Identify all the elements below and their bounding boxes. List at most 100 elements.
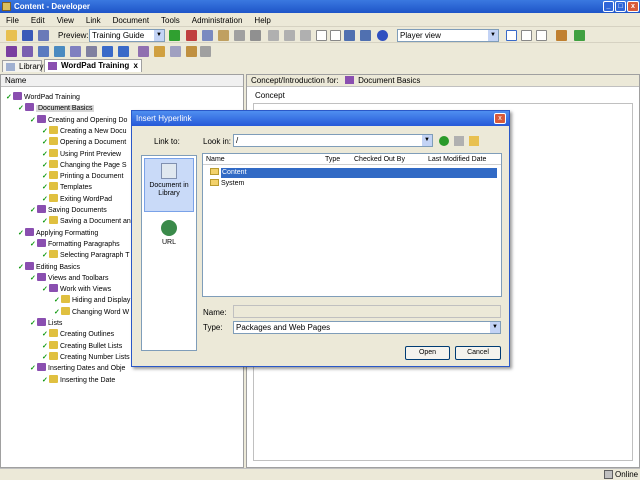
new-topic-icon[interactable] <box>38 46 49 57</box>
dialog-close-button[interactable]: x <box>494 113 506 124</box>
attach-icon[interactable] <box>186 46 197 57</box>
check-icon: ✓ <box>30 207 36 214</box>
menu-view[interactable]: View <box>51 13 80 26</box>
tree-node[interactable]: ✓ Templates <box>42 182 92 193</box>
menu-edit[interactable]: Edit <box>25 13 51 26</box>
move-up-icon[interactable] <box>102 46 113 57</box>
section-icon <box>344 76 354 84</box>
link-icon[interactable] <box>170 46 181 57</box>
save-all-icon[interactable] <box>38 30 49 41</box>
refresh-icon[interactable] <box>300 30 311 41</box>
tree-node[interactable]: ✓ Creating Outlines <box>42 329 114 340</box>
file-row-content[interactable]: Content <box>204 168 500 178</box>
tree-node[interactable]: ✓ Formatting Paragraphs <box>30 238 120 250</box>
menu-link[interactable]: Link <box>80 13 107 26</box>
help-icon[interactable] <box>377 30 388 41</box>
tree-node[interactable]: ✓ Editing Basics <box>18 261 80 273</box>
tab-wordpad-training[interactable]: WordPad Training x <box>44 59 142 72</box>
sync-icon[interactable] <box>574 30 585 41</box>
maximize-button[interactable]: □ <box>615 1 626 12</box>
new-module-icon[interactable] <box>6 46 17 57</box>
tree-node[interactable]: ✓ Saving Documents <box>30 205 107 216</box>
tree-node[interactable]: ✓ Printing a Document <box>42 171 123 182</box>
tree-node[interactable]: ✓ Hiding and Display <box>54 295 130 306</box>
tree-node[interactable]: ✓ Creating Bullet Lists <box>42 340 122 352</box>
menu-administration[interactable]: Administration <box>186 13 249 26</box>
unlink-icon[interactable] <box>200 46 211 57</box>
replace-icon[interactable] <box>360 30 371 41</box>
properties-icon[interactable] <box>250 30 261 41</box>
glossary-icon[interactable] <box>86 46 97 57</box>
move-down-icon[interactable] <box>118 46 129 57</box>
tree-node[interactable]: ✓ Lists <box>30 318 62 329</box>
tree-node[interactable]: ✓ Using Print Preview <box>42 148 121 160</box>
layout-list-icon[interactable] <box>536 30 547 41</box>
view-select[interactable]: Player view ▼ <box>397 29 499 42</box>
open-icon[interactable] <box>6 30 17 41</box>
menu-help[interactable]: Help <box>248 13 276 26</box>
back-icon[interactable] <box>439 136 449 146</box>
tree-node[interactable]: ✓ WordPad Training <box>6 92 80 103</box>
tree-node[interactable]: ✓ Inserting the Date <box>42 374 115 386</box>
layout-icon[interactable] <box>506 30 517 41</box>
tree-node[interactable]: ✓ Views and Toolbars <box>30 272 108 284</box>
place-url[interactable]: URL <box>144 216 194 256</box>
tree-node[interactable]: ✓ Inserting Dates and Obje <box>30 363 125 374</box>
tree-node[interactable]: ✓ Applying Formatting <box>18 227 98 239</box>
file-list: Name Type Checked Out By Last Modified D… <box>202 153 502 297</box>
new-section-icon[interactable] <box>22 46 33 57</box>
place-document-in-library[interactable]: Document in Library <box>144 158 194 212</box>
layout-split-icon[interactable] <box>521 30 532 41</box>
tree-node[interactable]: ✓ Creating Number Lists <box>42 351 130 363</box>
column-name[interactable]: Name <box>206 154 225 165</box>
tree-node[interactable]: ✓ Exiting WordPad <box>42 193 112 205</box>
undo-icon[interactable] <box>268 30 279 41</box>
minimize-button[interactable]: _ <box>603 1 614 12</box>
tab-close-icon[interactable]: x <box>134 60 138 71</box>
tree-node[interactable]: ✓ Selecting Paragraph T <box>42 250 130 261</box>
open-button[interactable]: Open <box>405 346 450 360</box>
tree-node-label: Lists <box>48 320 63 327</box>
column-checked-out-by[interactable]: Checked Out By <box>354 154 405 165</box>
tree-node[interactable]: ✓ Document Basics <box>18 103 95 114</box>
column-last-modified[interactable]: Last Modified Date <box>428 154 486 165</box>
tree-node[interactable]: ✓ Changing Word W <box>54 306 129 318</box>
find-icon[interactable] <box>344 30 355 41</box>
tree-node-label: WordPad Training <box>24 94 80 101</box>
name-column-header[interactable]: Name <box>1 75 243 87</box>
type-select[interactable]: Packages and Web Pages ▼ <box>233 321 501 334</box>
copy-icon[interactable] <box>202 30 213 41</box>
cancel-button[interactable]: Cancel <box>455 346 501 360</box>
preview-select[interactable]: Training Guide ▼ <box>89 29 165 42</box>
tree-node[interactable]: ✓ Creating a New Docu <box>42 125 127 137</box>
menu-tools[interactable]: Tools <box>155 13 186 26</box>
outline-icon[interactable] <box>138 46 149 57</box>
publish-icon[interactable] <box>556 30 567 41</box>
tree-node[interactable]: ✓ Saving a Document an <box>42 216 131 227</box>
tab-library[interactable]: Library <box>2 60 43 72</box>
file-row-system[interactable]: System <box>204 179 500 189</box>
save-icon[interactable] <box>22 30 33 41</box>
check-out-icon[interactable] <box>154 46 165 57</box>
tree-node[interactable]: ✓ Creating and Opening Do <box>30 114 127 126</box>
collapse-icon[interactable] <box>316 30 327 41</box>
menu-file[interactable]: File <box>0 13 25 26</box>
tree-node[interactable]: ✓ Changing the Page S <box>42 159 127 171</box>
new-folder-icon[interactable] <box>469 136 479 146</box>
tree-node[interactable]: ✓ Opening a Document <box>42 137 126 148</box>
expand-icon[interactable] <box>330 30 341 41</box>
name-field[interactable] <box>233 305 501 318</box>
delete-icon[interactable] <box>234 30 245 41</box>
menu-document[interactable]: Document <box>107 13 155 26</box>
column-type[interactable]: Type <box>325 154 340 165</box>
new-package-icon[interactable] <box>70 46 81 57</box>
new-web-page-icon[interactable] <box>54 46 65 57</box>
paste-icon[interactable] <box>218 30 229 41</box>
up-folder-icon[interactable] <box>454 136 464 146</box>
redo-icon[interactable] <box>284 30 295 41</box>
cut-icon[interactable] <box>186 30 197 41</box>
go-icon[interactable] <box>169 30 180 41</box>
close-button[interactable]: x <box>627 1 639 12</box>
tree-node[interactable]: ✓ Work with Views <box>42 284 111 295</box>
look-in-select[interactable]: / ▼ <box>233 134 433 147</box>
